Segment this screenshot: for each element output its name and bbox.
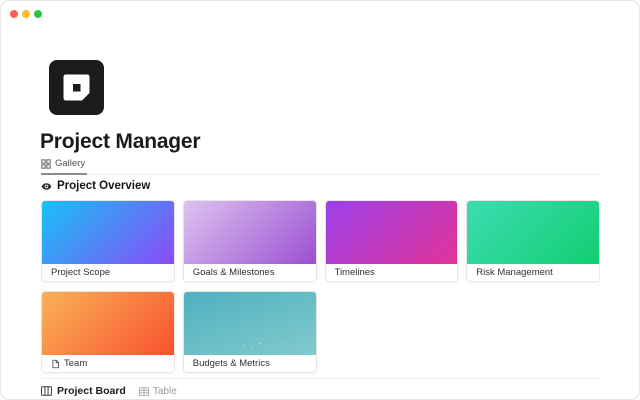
card-goals-milestones[interactable]: Goals & Milestones — [183, 200, 317, 282]
card-cover — [184, 201, 316, 264]
card-cover — [184, 292, 316, 355]
view-tab-bar: Gallery — [41, 157, 600, 175]
card-project-scope[interactable]: Project Scope — [41, 200, 175, 282]
tab-table-view[interactable]: Table — [139, 386, 177, 397]
card-title: Team — [64, 358, 87, 369]
board-title: Project Board — [57, 385, 126, 397]
close-button[interactable] — [10, 10, 18, 18]
card-risk-management[interactable]: Risk Management — [466, 200, 600, 282]
page-logo-icon[interactable] — [49, 60, 104, 115]
page-icon — [51, 359, 60, 369]
table-view-label: Table — [153, 386, 177, 397]
section-divider — [41, 378, 600, 379]
notion-window: Project Manager Gallery Project Overview — [0, 0, 640, 400]
project-board-bar: Project Board Table — [41, 385, 177, 397]
card-footer: Goals & Milestones — [184, 264, 316, 281]
card-footer: Budgets & Metrics — [184, 355, 316, 372]
card-cover — [467, 201, 599, 264]
card-title: Timelines — [335, 267, 375, 278]
card-cover — [42, 292, 174, 355]
section-project-overview[interactable]: Project Overview — [41, 180, 150, 192]
section-project-board[interactable]: Project Board — [41, 385, 126, 397]
card-title: Budgets & Metrics — [193, 358, 270, 369]
card-timelines[interactable]: Timelines — [325, 200, 459, 282]
card-title: Risk Management — [476, 267, 553, 278]
tab-gallery-label: Gallery — [55, 158, 85, 169]
tab-gallery[interactable]: Gallery — [41, 158, 87, 175]
card-title: Goals & Milestones — [193, 267, 275, 278]
gallery-grid: Project Scope Goals & Milestones Timelin… — [41, 200, 600, 373]
card-team[interactable]: Team — [41, 291, 175, 373]
board-icon — [41, 386, 52, 396]
eye-icon — [41, 181, 52, 192]
section-title: Project Overview — [57, 180, 150, 192]
gallery-grid-icon — [41, 159, 51, 169]
zoom-button[interactable] — [34, 10, 42, 18]
minimize-button[interactable] — [22, 10, 30, 18]
black-document-logo-icon — [49, 60, 104, 115]
card-cover — [42, 201, 174, 264]
card-footer: Project Scope — [42, 264, 174, 281]
card-title: Project Scope — [51, 267, 110, 278]
card-footer: Risk Management — [467, 264, 599, 281]
card-budgets-metrics[interactable]: Budgets & Metrics — [183, 291, 317, 373]
page-title[interactable]: Project Manager — [40, 130, 200, 154]
table-icon — [139, 387, 149, 396]
window-controls — [10, 10, 42, 18]
card-footer: Timelines — [326, 264, 458, 281]
cover-speckles — [184, 292, 316, 355]
card-footer: Team — [42, 355, 174, 372]
card-cover — [326, 201, 458, 264]
